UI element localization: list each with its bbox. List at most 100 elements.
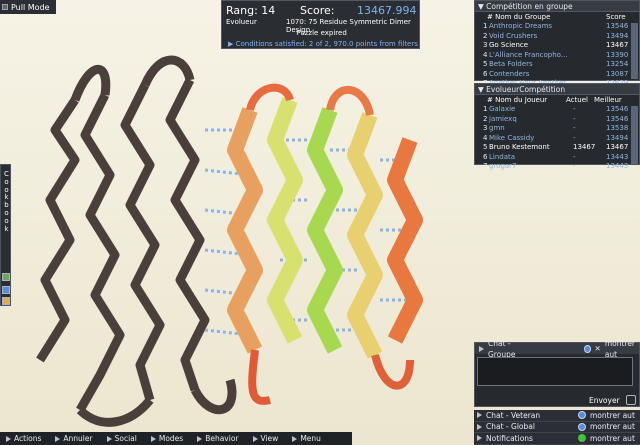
- menu-view[interactable]: View: [252, 434, 278, 443]
- show-others-label[interactable]: montrer aut: [590, 421, 635, 432]
- chat-input[interactable]: [477, 357, 633, 386]
- chat-tab-title: Chat - Veteran: [486, 410, 541, 420]
- info-icon[interactable]: [583, 344, 591, 353]
- group-competition-header[interactable]: ▼ Compétition en groupe: [475, 1, 639, 12]
- chat-tab[interactable]: Chat - Global montrer aut: [474, 421, 640, 433]
- menu-label: Behavior: [205, 434, 239, 443]
- player-rank: 5: [483, 143, 488, 151]
- menu-label: Menu: [300, 434, 321, 443]
- score-label: Score:: [300, 4, 335, 17]
- menu-arrow-icon: [150, 435, 156, 442]
- group-name: Contenders: [489, 69, 530, 78]
- group-competition-panel: ▼ Compétition en groupe # Nom du Groupe …: [474, 0, 640, 87]
- chat-tab[interactable]: Notifications montrer aut: [474, 433, 640, 445]
- chat-header[interactable]: Chat - Groupe ✕ montrer aut: [475, 339, 639, 359]
- group-rank: 1: [483, 22, 488, 30]
- menu-label: Actions: [14, 434, 42, 443]
- player-row[interactable]: 6 Lindata - 13443: [475, 153, 639, 163]
- group-score: 13087: [606, 69, 629, 78]
- player-best: 13443: [606, 152, 629, 161]
- menu-menu[interactable]: Menu: [292, 434, 321, 443]
- player-row[interactable]: 3 gmn - 13538: [475, 124, 639, 134]
- evolver-scrollbar[interactable]: [631, 106, 638, 164]
- show-others-label[interactable]: montrer aut: [590, 410, 635, 421]
- menu-modes[interactable]: Modes: [150, 434, 184, 443]
- show-others-label[interactable]: montrer aut: [590, 433, 635, 444]
- evolver-competition-header[interactable]: ▼ EvolueurCompétition: [475, 84, 639, 95]
- player-row[interactable]: 7 grogar7 - 13443: [475, 162, 639, 172]
- group-name: Void Crushers: [489, 31, 538, 40]
- player-best: 13538: [606, 124, 629, 132]
- group-columns: # Nom du Groupe Score: [487, 13, 626, 21]
- cookbook-label: Cookbook: [4, 170, 9, 233]
- player-row[interactable]: 2 jamiexq - 13546: [475, 115, 639, 125]
- cookbook-panel[interactable]: Cookbook: [0, 164, 11, 306]
- group-rank: 4: [483, 50, 488, 59]
- pull-mode-label: Pull Mode: [11, 2, 50, 12]
- group-scrollbar[interactable]: [631, 23, 638, 79]
- player-rank: 2: [483, 114, 488, 123]
- player-best: 13467: [606, 143, 629, 151]
- player-best: 13443: [606, 162, 629, 170]
- recipe-icon[interactable]: [2, 273, 10, 281]
- expand-icon: [477, 435, 482, 442]
- close-icon[interactable]: ✕: [595, 343, 601, 354]
- group-rank: 2: [483, 31, 488, 40]
- chat-tab-title: Chat - Global: [486, 422, 535, 432]
- group-row[interactable]: 5 Beta Folders 13254: [475, 60, 639, 70]
- clock-icon[interactable]: [626, 395, 636, 405]
- group-row[interactable]: 4 L'Alliance Francopho... 13390: [475, 51, 639, 61]
- rank-label: Rang: 14: [226, 4, 276, 17]
- player-current: -: [573, 133, 576, 142]
- menu-label: Annuler: [63, 434, 93, 443]
- script-icon[interactable]: [2, 297, 10, 305]
- group-name: Go Science: [489, 41, 529, 49]
- group-score: 13390: [606, 50, 629, 59]
- menu-behavior[interactable]: Behavior: [197, 434, 239, 443]
- player-current: -: [573, 152, 576, 161]
- player-row[interactable]: 5 Bruno Kestemont 13467 13467: [475, 143, 639, 153]
- bottom-menu-bar: Actions Annuler Social Modes Behavior View Men…: [0, 432, 352, 445]
- menu-actions[interactable]: Actions: [6, 434, 41, 443]
- folder-icon[interactable]: [2, 286, 10, 294]
- info-icon[interactable]: [578, 411, 586, 420]
- score-panel: Rang: 14 Score: 13467.994 Evolueur 1070:…: [221, 0, 420, 49]
- group-row[interactable]: 1 Anthropic Dreams 13546: [475, 22, 639, 32]
- group-score: 13546: [606, 22, 629, 30]
- menu-arrow-icon: [197, 435, 203, 442]
- score-value: 13467.994: [357, 4, 417, 17]
- group-rank: 6: [483, 69, 488, 78]
- puzzle-status: Puzzle expired: [296, 29, 347, 37]
- group-score: 13494: [606, 31, 629, 40]
- menu-social[interactable]: Social: [106, 434, 137, 443]
- menu-arrow-icon: [106, 435, 112, 442]
- conditions-text: Conditions satisfied: 2 of 2, 970.0 poin…: [235, 40, 418, 48]
- player-row[interactable]: 4 Mike Cassidy - 13494: [475, 134, 639, 144]
- menu-arrow-icon: [55, 435, 61, 442]
- role-label: Evolueur: [226, 18, 257, 26]
- group-row[interactable]: 3 Go Science 13467: [475, 41, 639, 51]
- expand-icon: [477, 423, 482, 430]
- group-row[interactable]: 6 Contenders 13087: [475, 70, 639, 80]
- group-row[interactable]: 2 Void Crushers 13494: [475, 32, 639, 42]
- menu-annuler[interactable]: Annuler: [55, 434, 93, 443]
- expand-icon: [479, 345, 484, 352]
- player-rank: 3: [483, 124, 488, 132]
- menu-label: Modes: [158, 434, 184, 443]
- status-icon[interactable]: [578, 434, 586, 443]
- conditions-toggle[interactable]: ▶ Conditions satisfied: 2 of 2, 970.0 po…: [228, 40, 418, 48]
- player-current: -: [573, 124, 576, 132]
- player-name: Galaxie: [489, 105, 516, 113]
- chat-tab[interactable]: Chat - Veteran montrer aut: [474, 410, 640, 422]
- group-name: Anthropic Dreams: [489, 22, 553, 30]
- chat-tabs: Chat - Veteran montrer aut Chat - Global mo…: [474, 410, 640, 445]
- player-row[interactable]: 1 Galaxie - 13546: [475, 105, 639, 115]
- mode-icon: [2, 4, 8, 10]
- player-name: grogar7: [489, 162, 517, 170]
- pull-mode-button[interactable]: Pull Mode: [0, 0, 56, 14]
- group-rank: 3: [483, 41, 488, 49]
- info-icon[interactable]: [578, 422, 586, 431]
- send-button[interactable]: Envoyer: [589, 396, 620, 405]
- menu-label: Social: [114, 434, 137, 443]
- player-rank: 6: [483, 152, 488, 161]
